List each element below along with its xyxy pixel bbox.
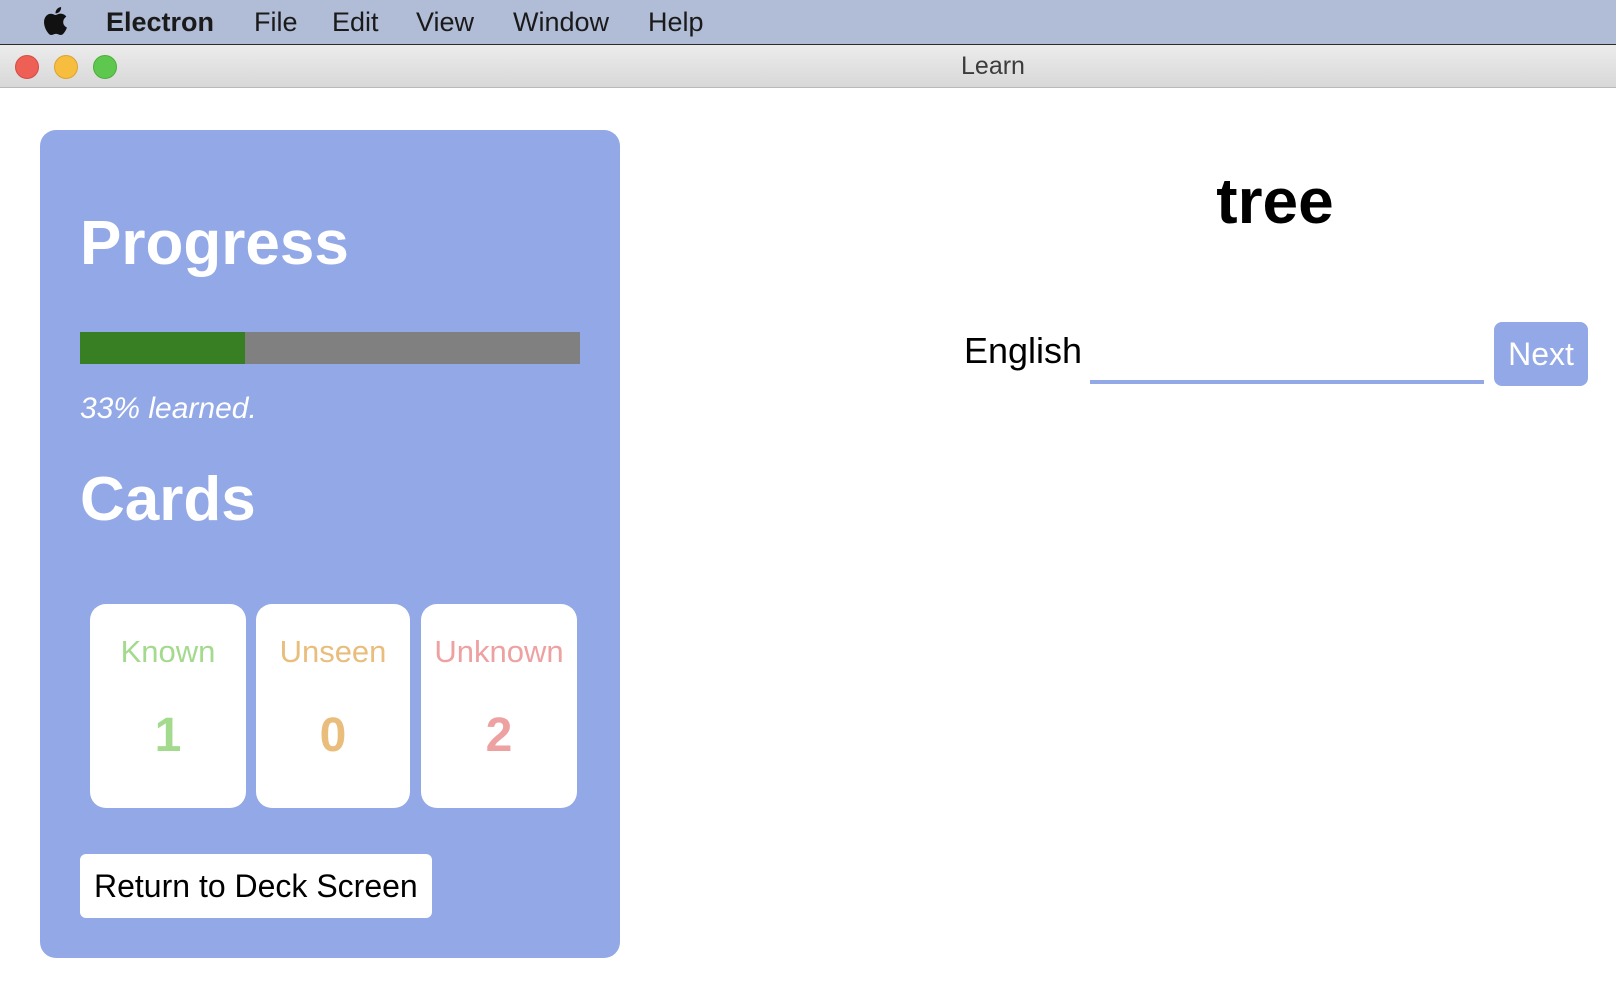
progress-heading: Progress xyxy=(80,209,349,278)
unseen-card: Unseen 0 xyxy=(256,604,410,808)
flashcard-word: tree xyxy=(1216,165,1334,237)
next-button[interactable]: Next xyxy=(1494,322,1588,386)
known-count: 1 xyxy=(154,709,182,762)
apple-menu-icon[interactable] xyxy=(40,4,68,38)
answer-input[interactable] xyxy=(1090,322,1484,384)
progress-bar xyxy=(80,332,580,364)
answer-language-label: English xyxy=(964,330,1083,371)
unseen-label: Unseen xyxy=(279,634,387,669)
progress-text: 33% learned. xyxy=(80,392,257,425)
menu-app-name[interactable]: Electron xyxy=(106,0,214,44)
unseen-count: 0 xyxy=(319,709,347,762)
menu-help[interactable]: Help xyxy=(648,0,704,44)
cards-heading: Cards xyxy=(80,465,256,534)
unknown-card: Unknown 2 xyxy=(421,604,577,808)
unknown-count: 2 xyxy=(485,709,513,762)
progress-bar-fill xyxy=(80,332,245,364)
window-titlebar[interactable]: Learn xyxy=(0,44,1616,88)
unknown-label: Unknown xyxy=(434,634,564,669)
menu-edit[interactable]: Edit xyxy=(332,0,379,44)
menu-bar: Electron File Edit View Window Help xyxy=(0,0,1616,44)
window-title: Learn xyxy=(961,52,1025,80)
known-card: Known 1 xyxy=(90,604,246,808)
menu-file[interactable]: File xyxy=(254,0,298,44)
menu-window[interactable]: Window xyxy=(513,0,609,44)
known-label: Known xyxy=(120,634,216,669)
menu-view[interactable]: View xyxy=(416,0,474,44)
return-to-deck-button[interactable]: Return to Deck Screen xyxy=(80,854,432,918)
progress-panel: Progress 33% learned. Cards Known 1 Unse… xyxy=(40,130,620,958)
